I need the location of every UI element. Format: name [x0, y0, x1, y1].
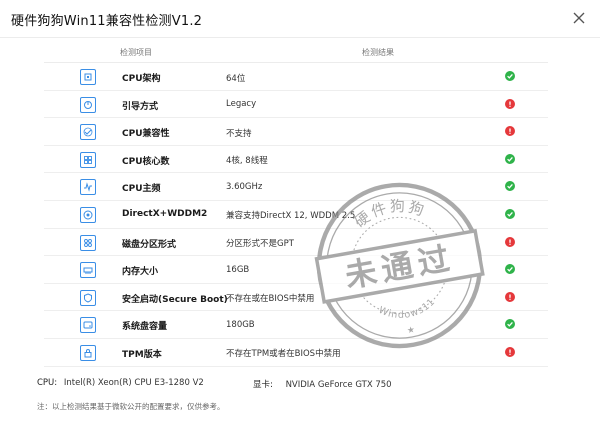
table-row: CPU核心数 4核, 8线程	[44, 146, 548, 174]
row-name: CPU核心数	[122, 156, 170, 167]
check-fail-icon	[505, 126, 515, 137]
table-header: 检测项目 检测结果	[44, 41, 548, 63]
check-pass-icon	[505, 319, 515, 330]
row-name: 内存大小	[122, 267, 159, 278]
row-name: CPU架构	[122, 74, 161, 84]
check-fail-icon	[505, 291, 515, 302]
row-name: CPU兼容性	[122, 129, 170, 140]
table-row: CPU架构 64位	[44, 63, 548, 91]
cpu-arch-icon	[80, 69, 96, 85]
table-row: TPM版本 不存在TPM或者在BIOS中禁用	[44, 339, 548, 367]
table-row: 安全启动(Secure Boot) 不存在或在BIOS中禁用	[44, 284, 548, 312]
row-value: 180GB	[226, 319, 255, 330]
row-value: 不支持	[226, 128, 252, 139]
row-value: 分区形式不是GPT	[226, 239, 294, 250]
gpu-info: 显卡: NVIDIA GeForce GTX 750	[253, 378, 392, 390]
gpu-value: NVIDIA GeForce GTX 750	[285, 380, 392, 390]
table-row: 磁盘分区形式 分区形式不是GPT	[44, 229, 548, 257]
secure-boot-icon	[80, 289, 96, 306]
directx-icon	[80, 206, 96, 223]
cores-icon	[80, 151, 96, 168]
table-row: 系统盘容量 180GB	[44, 311, 548, 339]
boot-icon	[80, 96, 96, 113]
check-fail-icon	[505, 346, 515, 357]
table-row: 内存大小 16GB	[44, 256, 548, 284]
row-value: 64位	[226, 73, 246, 84]
partition-icon	[80, 234, 96, 251]
gpu-label: 显卡:	[253, 380, 273, 390]
cpu-value: Intel(R) Xeon(R) CPU E3-1280 V2	[63, 378, 204, 388]
row-name: 安全启动(Secure Boot)	[122, 294, 228, 305]
tpm-icon	[80, 344, 96, 361]
check-pass-icon	[505, 264, 515, 275]
frequency-icon	[80, 179, 96, 196]
table-row: CPU兼容性 不支持	[44, 118, 548, 146]
memory-icon	[80, 262, 96, 279]
check-pass-icon	[505, 71, 515, 81]
check-fail-icon	[505, 236, 515, 247]
disk-icon	[80, 317, 96, 334]
cpu-info: CPU: Intel(R) Xeon(R) CPU E3-1280 V2	[37, 378, 204, 388]
check-list: CPU架构 64位引导方式 Legacy CPU兼容性 不支持 CPU核心数 4核, 8线程…	[44, 63, 548, 367]
row-value: 16GB	[226, 264, 250, 275]
compat-icon	[80, 124, 96, 141]
row-name: 系统盘容量	[122, 322, 168, 333]
check-fail-icon	[505, 98, 515, 109]
check-pass-icon	[505, 153, 515, 164]
table-row: DirectX+WDDM2 兼容支持DirectX 12, WDDM 2.5	[44, 201, 548, 229]
table-row: 引导方式 Legacy	[44, 91, 548, 119]
row-value: 3.60GHz	[226, 181, 263, 192]
row-value: 不存在TPM或者在BIOS中禁用	[226, 349, 341, 360]
close-icon[interactable]	[570, 9, 588, 27]
cpu-label: CPU:	[37, 378, 58, 388]
row-value: Legacy	[226, 99, 257, 110]
disclaimer-note: 注：以上检测结果基于微软公开的配置要求，仅供参考。	[37, 402, 225, 411]
row-name: TPM版本	[122, 349, 162, 360]
window-title: 硬件狗狗Win11兼容性检测V1.2	[11, 14, 203, 29]
table-row: CPU主频 3.60GHz	[44, 173, 548, 201]
check-pass-icon	[505, 181, 515, 192]
row-value: 4核, 8线程	[226, 156, 268, 167]
header-item: 检测项目	[120, 48, 152, 57]
row-name: 引导方式	[122, 101, 159, 112]
check-pass-icon	[505, 208, 515, 219]
row-name: DirectX+WDDM2	[122, 208, 208, 219]
title-bar: 硬件狗狗Win11兼容性检测V1.2	[0, 0, 600, 38]
row-name: CPU主频	[122, 184, 161, 195]
header-result: 检测结果	[362, 48, 394, 57]
close-button[interactable]	[570, 9, 588, 27]
row-name: 磁盘分区形式	[122, 239, 177, 250]
row-value: 不存在或在BIOS中禁用	[226, 294, 315, 305]
row-value: 兼容支持DirectX 12, WDDM 2.5	[226, 211, 356, 222]
